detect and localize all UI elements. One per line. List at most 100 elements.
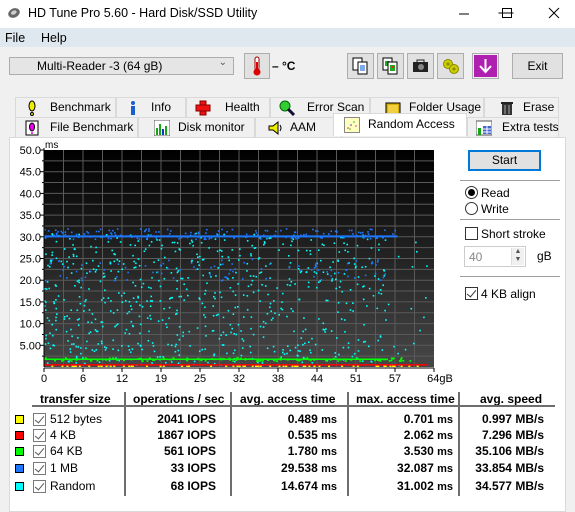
exit-button[interactable]: Exit [512, 53, 563, 79]
series-visible-checkbox[interactable] [33, 445, 46, 458]
series-visible-checkbox[interactable] [33, 462, 46, 475]
operations-per-sec: 68 IOPS [170, 479, 216, 493]
menu-help[interactable]: Help [41, 31, 67, 45]
series-color-swatch [15, 464, 24, 473]
avg-access-time: 1.780 ms [287, 444, 337, 458]
tab-health[interactable]: Health [186, 97, 270, 117]
screenshot-camera-icon [413, 59, 428, 72]
disk-monitor-icon [154, 120, 170, 136]
temperature-readout: – °C [272, 59, 296, 73]
series-visible-checkbox[interactable] [33, 480, 46, 493]
tab-extra-tests[interactable]: Extra tests [467, 117, 559, 137]
extra-tests-icon [476, 120, 492, 136]
transfer-size: 64 KB [50, 444, 83, 458]
short-stroke-size-value: 40 [469, 250, 483, 264]
series-visible-checkbox[interactable] [33, 429, 46, 442]
tab-aam[interactable]: AAM [255, 117, 342, 137]
tab-extra-tests-label: Extra tests [502, 120, 559, 134]
operations-per-sec: 33 IOPS [170, 461, 216, 475]
transfer-size: Random [50, 479, 96, 493]
write-radio[interactable] [465, 202, 478, 215]
trash-icon [501, 102, 513, 115]
transfer-size: 512 bytes [50, 412, 103, 426]
tab-health-label: Health [225, 100, 260, 114]
series-color-swatch [15, 415, 24, 424]
max-access-time: 32.087 ms [397, 461, 453, 475]
options-button[interactable] [437, 53, 464, 79]
short-stroke-label: Short stroke [481, 227, 546, 241]
short-stroke-unit: gB [537, 249, 552, 263]
tab-aam-label: AAM [290, 120, 317, 134]
short-stroke-size-input[interactable]: 40 ▲ ▼ [464, 246, 526, 267]
tab-random-access[interactable]: Random Access [333, 113, 467, 136]
random-access-icon [344, 117, 360, 133]
4kb-align-label: 4 KB align [481, 287, 536, 301]
max-access-time: 2.062 ms [403, 428, 453, 442]
options-gears-icon [443, 59, 459, 74]
close-icon[interactable] [548, 7, 560, 19]
operations-per-sec: 561 IOPS [163, 444, 216, 458]
header-divider [32, 405, 555, 407]
copy-text-button[interactable] [347, 53, 374, 79]
tab-info-label: Info [151, 100, 172, 114]
divider [460, 219, 560, 220]
avg-speed: 33.854 MB/s [475, 461, 544, 475]
column-divider [124, 392, 126, 496]
avg-speed: 7.296 MB/s [481, 428, 544, 442]
max-access-time: 3.530 ms [403, 444, 453, 458]
copy-image-icon [382, 57, 398, 75]
start-button[interactable]: Start [468, 150, 541, 171]
menu-bar: File Help [0, 28, 575, 47]
tab-benchmark[interactable]: Benchmark [15, 97, 116, 117]
thermometer-icon [253, 56, 261, 76]
speaker-icon [268, 120, 282, 136]
series-visible-checkbox[interactable] [33, 413, 46, 426]
column-divider [347, 392, 349, 496]
maximize-icon[interactable] [501, 7, 513, 19]
max-access-time: 0.701 ms [403, 412, 453, 426]
header-operations: operations / sec [133, 392, 225, 406]
file-benchmark-icon [25, 120, 39, 136]
temperature-button[interactable] [244, 53, 270, 79]
short-stroke-checkbox[interactable] [465, 227, 478, 240]
avg-access-time: 0.489 ms [287, 412, 337, 426]
divider [460, 180, 560, 181]
copy-text-icon [352, 57, 368, 75]
benchmark-icon [28, 100, 36, 116]
tab-disk-monitor-label: Disk monitor [178, 120, 245, 134]
drive-select[interactable]: Multi-Reader -3 (64 gB) ⌄ [9, 57, 234, 75]
tab-erase[interactable]: Erase [484, 97, 559, 117]
write-label: Write [481, 202, 509, 216]
health-cross-icon [195, 100, 211, 116]
menu-file[interactable]: File [5, 31, 25, 45]
spinner-arrows[interactable]: ▲ ▼ [511, 248, 524, 265]
tab-erase-label: Erase [523, 100, 555, 114]
column-divider [230, 392, 232, 496]
window-title: HD Tune Pro 5.60 - Hard Disk/SSD Utility [28, 6, 258, 20]
tab-file-benchmark[interactable]: File Benchmark [15, 117, 138, 137]
series-color-swatch [15, 447, 24, 456]
magnifier-icon [279, 100, 295, 116]
tab-disk-monitor[interactable]: Disk monitor [138, 117, 255, 137]
screenshot-button[interactable] [407, 53, 434, 79]
divider [460, 276, 560, 277]
minimize-icon[interactable] [458, 8, 470, 20]
tab-benchmark-label: Benchmark [50, 100, 111, 114]
max-access-time: 31.002 ms [397, 479, 453, 493]
title-bar: HD Tune Pro 5.60 - Hard Disk/SSD Utility… [0, 0, 575, 28]
header-avg-access: avg. access time [240, 392, 336, 406]
tab-info[interactable]: Info [116, 97, 186, 117]
avg-speed: 34.577 MB/s [475, 479, 544, 493]
avg-access-time: 14.674 ms [281, 479, 337, 493]
operations-per-sec: 1867 IOPS [157, 428, 216, 442]
read-radio[interactable] [465, 186, 478, 199]
chevron-down-icon: ⌄ [218, 57, 227, 68]
copy-image-button[interactable] [377, 53, 404, 79]
avg-access-time: 0.535 ms [287, 428, 337, 442]
4kb-align-checkbox[interactable] [465, 287, 478, 300]
hard-disk-icon [8, 8, 20, 18]
header-max-access: max. access time [356, 392, 455, 406]
save-button[interactable] [472, 53, 499, 79]
save-download-icon [474, 55, 497, 77]
series-color-swatch [15, 482, 24, 491]
